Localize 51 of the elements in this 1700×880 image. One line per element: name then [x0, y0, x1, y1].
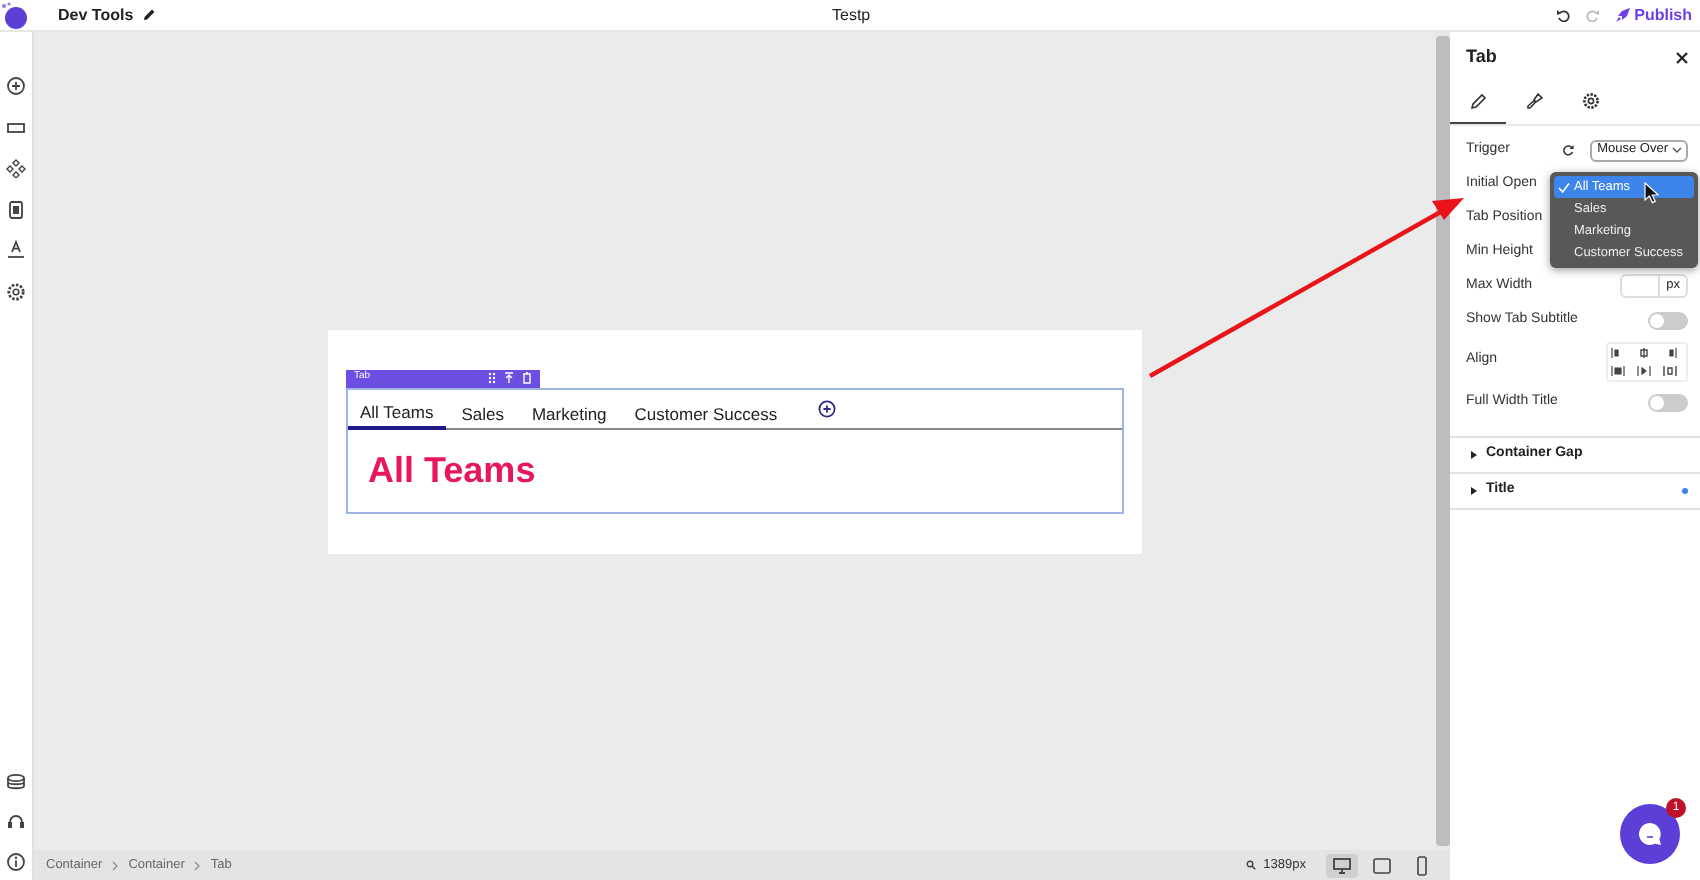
add-tab-icon[interactable]	[817, 399, 836, 417]
reset-icon[interactable]	[1561, 144, 1574, 156]
container-icon[interactable]	[6, 117, 26, 137]
info-icon[interactable]	[6, 852, 26, 872]
rocket-icon	[1616, 8, 1631, 22]
chevron-icon	[110, 859, 121, 871]
tab[interactable]: Marketing	[519, 389, 619, 429]
pencil-icon[interactable]	[141, 8, 156, 22]
triangle-icon	[1470, 449, 1478, 459]
toggle-switch[interactable]	[1648, 311, 1688, 329]
desktop-icon	[1332, 855, 1352, 875]
page-title: Testp	[832, 3, 871, 27]
caret-icon	[1672, 146, 1682, 154]
toggle-switch[interactable]	[1648, 393, 1688, 411]
settings-icon[interactable]	[6, 281, 26, 301]
logo-icon	[0, 1, 28, 29]
panel-title: Tab	[1466, 44, 1497, 70]
align-option-icon[interactable]	[1636, 345, 1652, 359]
mobile-icon	[1412, 855, 1432, 875]
database-icon[interactable]	[6, 772, 26, 792]
tab[interactable]: Customer Success	[622, 389, 790, 429]
tab[interactable]: Sales	[449, 389, 516, 429]
move-icon[interactable]	[504, 372, 514, 384]
align-option-icon[interactable]	[1636, 363, 1652, 377]
pages-icon[interactable]	[6, 199, 26, 219]
tablet-icon	[1372, 855, 1392, 875]
triangle-icon	[1470, 485, 1478, 495]
brush-icon	[1525, 91, 1543, 109]
gear-icon	[1581, 91, 1599, 109]
scrollbar-thumb[interactable]	[1436, 36, 1450, 846]
add-icon[interactable]	[6, 76, 26, 96]
app-title: Dev Tools	[58, 3, 134, 27]
chevron-icon	[192, 859, 203, 871]
tab[interactable]: All Teams	[348, 389, 446, 429]
cursor-icon	[1644, 182, 1660, 204]
align-option-icon[interactable]	[1610, 363, 1626, 377]
chat-bubble-icon	[1636, 820, 1664, 848]
components-icon[interactable]	[6, 158, 26, 178]
align-option-icon[interactable]	[1662, 363, 1678, 377]
text-style-icon[interactable]	[6, 240, 26, 260]
trash-icon[interactable]	[522, 372, 532, 384]
search-icon	[1245, 860, 1256, 870]
tab-content-heading: All Teams	[366, 447, 538, 493]
check-icon	[1558, 181, 1570, 193]
publish-button[interactable]: Publish	[1616, 3, 1692, 27]
desktop-view-button[interactable]	[1326, 853, 1358, 877]
undo-icon[interactable]	[1556, 8, 1571, 22]
close-icon[interactable]	[1676, 51, 1688, 64]
drag-handle-icon[interactable]	[488, 372, 496, 384]
pencil-icon	[1469, 91, 1487, 109]
headset-icon[interactable]	[6, 812, 26, 832]
